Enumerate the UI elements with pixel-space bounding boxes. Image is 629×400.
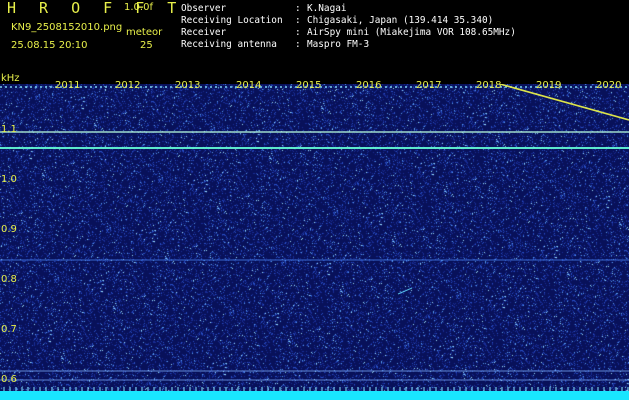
baseline-band xyxy=(0,391,629,400)
year-label: 2012 xyxy=(115,80,141,91)
antenna-label: Receiving antenna xyxy=(181,39,277,50)
y-tick-label: 0.7 xyxy=(1,324,17,335)
y-tick-label: 1.0 xyxy=(1,174,17,185)
receiver-value: AirSpy mini (Miakejima VOR 108.65MHz) xyxy=(307,27,516,38)
spectrogram-overlay xyxy=(0,84,629,400)
spectrogram xyxy=(0,84,629,400)
antenna-row: Receiving antenna : Maspro FM-3 xyxy=(181,39,516,51)
meteor-echo xyxy=(397,287,413,295)
location-row: Receiving Location : Chigasaki, Japan (1… xyxy=(181,15,516,27)
year-label: 2014 xyxy=(236,80,262,91)
y-tick-label: 0.8 xyxy=(1,274,17,285)
year-label: 2019 xyxy=(536,80,562,91)
separator: : xyxy=(295,3,301,14)
location-label: Receiving Location xyxy=(181,15,283,26)
year-label: 2011 xyxy=(55,80,81,91)
observer-label: Observer xyxy=(181,3,227,14)
frequency-unit-label: kHz xyxy=(1,73,20,84)
mode-label: meteor xyxy=(126,27,163,38)
y-tick-label: 0.9 xyxy=(1,224,17,235)
year-label: 2015 xyxy=(296,80,322,91)
separator: : xyxy=(295,15,301,26)
app-version: 1.0.0f xyxy=(124,2,153,13)
receiver-row: Receiver : AirSpy mini (Miakejima VOR 10… xyxy=(181,27,516,39)
receiver-label: Receiver xyxy=(181,27,227,38)
observer-row: Observer : K.Nagai xyxy=(181,3,516,15)
separator: : xyxy=(295,39,301,50)
location-value: Chigasaki, Japan (139.414 35.340) xyxy=(307,15,494,26)
time-ticks xyxy=(3,387,629,391)
antenna-value: Maspro FM-3 xyxy=(307,39,370,50)
year-label: 2016 xyxy=(356,80,382,91)
station-info: Observer : K.Nagai Receiving Location : … xyxy=(181,3,516,51)
observer-value: K.Nagai xyxy=(307,3,347,14)
year-label: 2017 xyxy=(416,80,442,91)
timestamp: 25.08.15 20:10 xyxy=(11,40,88,51)
detection-counter: 25 xyxy=(140,40,153,51)
year-label: 2018 xyxy=(476,80,502,91)
y-tick-label: 0.6 xyxy=(1,374,17,385)
app-title: H R O F F T xyxy=(7,0,184,17)
year-label: 2013 xyxy=(175,80,201,91)
y-tick-label: 1.1 xyxy=(1,124,17,135)
image-filename: KN9_2508152010.png xyxy=(11,22,123,33)
separator: : xyxy=(295,27,301,38)
year-label: 2020 xyxy=(596,80,622,91)
